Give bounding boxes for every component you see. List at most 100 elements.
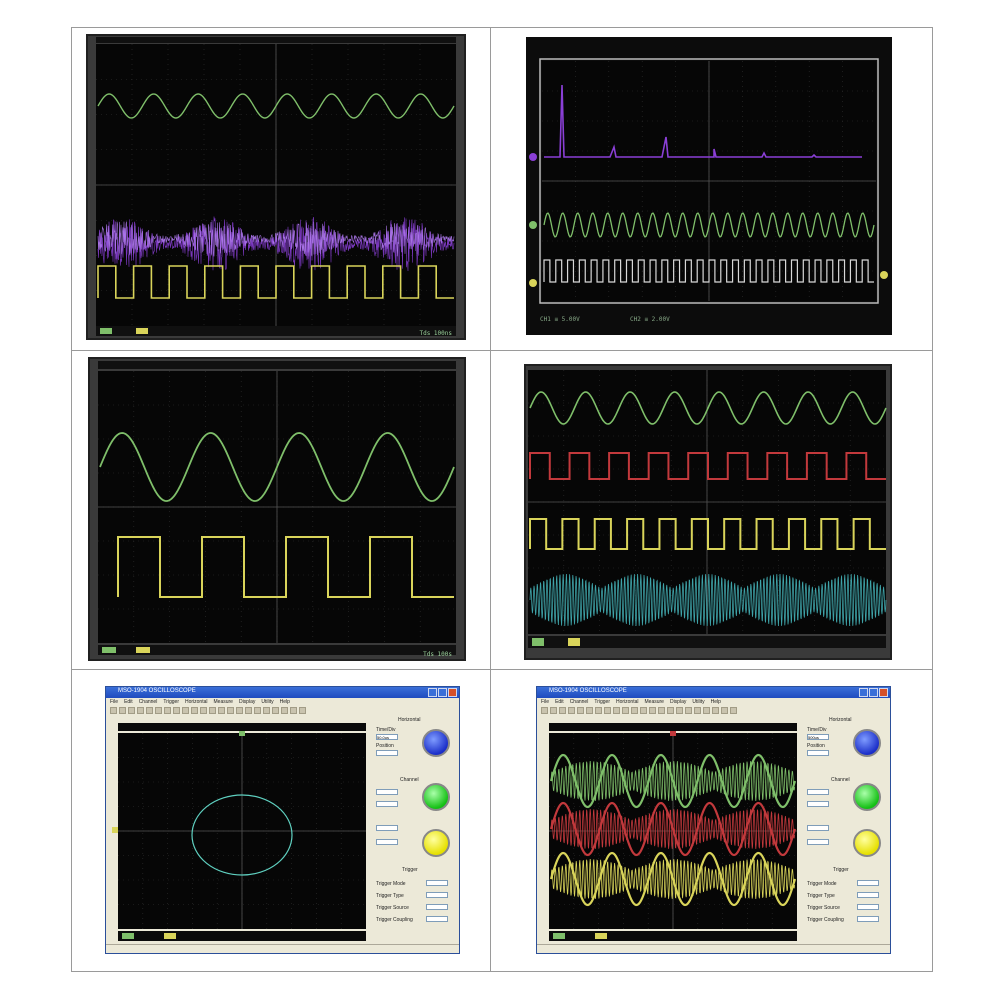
trigger-source-select[interactable] xyxy=(426,904,448,910)
toolbar-button[interactable] xyxy=(281,707,288,714)
ch2-volts-knob[interactable] xyxy=(422,829,450,857)
toolbar-button[interactable] xyxy=(550,707,557,714)
menu-display[interactable]: Display xyxy=(670,698,686,706)
menu-file[interactable]: File xyxy=(110,698,118,706)
menu-help[interactable]: Help xyxy=(711,698,721,706)
toolbar-button[interactable] xyxy=(200,707,207,714)
ch2-volts-select[interactable] xyxy=(376,825,398,831)
position-field[interactable] xyxy=(807,750,829,756)
trigger-mode-select[interactable] xyxy=(426,880,448,886)
ch2-volts-knob[interactable] xyxy=(853,829,881,857)
menu-measure[interactable]: Measure xyxy=(645,698,664,706)
ch1-volts-knob[interactable] xyxy=(422,783,450,811)
toolbar-button[interactable] xyxy=(730,707,737,714)
toolbar-button[interactable] xyxy=(604,707,611,714)
trigger-source-select[interactable] xyxy=(857,904,879,910)
toolbar-button[interactable] xyxy=(658,707,665,714)
toolbar-button[interactable] xyxy=(631,707,638,714)
trigger-mode-select[interactable] xyxy=(857,880,879,886)
toolbar-button[interactable] xyxy=(559,707,566,714)
menu-channel[interactable]: Channel xyxy=(139,698,158,706)
timebase-knob[interactable] xyxy=(422,729,450,757)
menu-trigger[interactable]: Trigger xyxy=(163,698,179,706)
menu-measure[interactable]: Measure xyxy=(214,698,233,706)
toolbar-button[interactable] xyxy=(685,707,692,714)
toolbar-button[interactable] xyxy=(110,707,117,714)
toolbar-button[interactable] xyxy=(290,707,297,714)
menu-trigger[interactable]: Trigger xyxy=(594,698,610,706)
toolbar-button[interactable] xyxy=(649,707,656,714)
menu-help[interactable]: Help xyxy=(280,698,290,706)
ch1-volts-select[interactable] xyxy=(807,789,829,795)
maximize-button[interactable] xyxy=(438,688,447,697)
toolbar-button[interactable] xyxy=(227,707,234,714)
toolbar-button[interactable] xyxy=(640,707,647,714)
toolbar-button[interactable] xyxy=(254,707,261,714)
window-titlebar[interactable]: MSO-1904 OSCILLOSCOPE xyxy=(106,687,459,698)
trigger-mode-label: Trigger Mode xyxy=(807,881,837,887)
toolbar-button[interactable] xyxy=(191,707,198,714)
toolbar-button[interactable] xyxy=(128,707,135,714)
toolbar-button[interactable] xyxy=(272,707,279,714)
ch2-position-field[interactable] xyxy=(807,839,829,845)
toolbar-button[interactable] xyxy=(263,707,270,714)
menu-horizontal[interactable]: Horizontal xyxy=(185,698,208,706)
timebase-knob[interactable] xyxy=(853,729,881,757)
menu-edit[interactable]: Edit xyxy=(124,698,133,706)
trigger-coupling-select[interactable] xyxy=(857,916,879,922)
toolbar-button[interactable] xyxy=(119,707,126,714)
position-field[interactable] xyxy=(376,750,398,756)
menu-display[interactable]: Display xyxy=(239,698,255,706)
toolbar-button[interactable] xyxy=(613,707,620,714)
menu-horizontal[interactable]: Horizontal xyxy=(616,698,639,706)
window-titlebar[interactable]: MSO-1904 OSCILLOSCOPE xyxy=(537,687,890,698)
toolbar-button[interactable] xyxy=(245,707,252,714)
ch1-volts-knob[interactable] xyxy=(853,783,881,811)
toolbar-button[interactable] xyxy=(586,707,593,714)
toolbar-button[interactable] xyxy=(577,707,584,714)
close-button[interactable] xyxy=(879,688,888,697)
toolbar-button[interactable] xyxy=(164,707,171,714)
menu-bar: File Edit Channel Trigger Horizontal Measure D… xyxy=(537,698,890,706)
toolbar-button[interactable] xyxy=(712,707,719,714)
toolbar-button[interactable] xyxy=(218,707,225,714)
timebase-select[interactable]: 50.0us xyxy=(376,734,398,740)
toolbar-button[interactable] xyxy=(155,707,162,714)
toolbar-button[interactable] xyxy=(299,707,306,714)
menu-utility[interactable]: Utility xyxy=(261,698,273,706)
toolbar-button[interactable] xyxy=(622,707,629,714)
menu-channel[interactable]: Channel xyxy=(570,698,589,706)
menu-utility[interactable]: Utility xyxy=(692,698,704,706)
trigger-type-select[interactable] xyxy=(857,892,879,898)
ch1-position-field[interactable] xyxy=(376,801,398,807)
toolbar-button[interactable] xyxy=(676,707,683,714)
toolbar-button[interactable] xyxy=(667,707,674,714)
toolbar-button[interactable] xyxy=(703,707,710,714)
ch2-volts-select[interactable] xyxy=(807,825,829,831)
toolbar-button[interactable] xyxy=(146,707,153,714)
minimize-button[interactable] xyxy=(859,688,868,697)
grid-divider-vertical xyxy=(490,27,491,972)
timebase-select[interactable]: 500us xyxy=(807,734,829,740)
toolbar-button[interactable] xyxy=(694,707,701,714)
toolbar-button[interactable] xyxy=(541,707,548,714)
minimize-button[interactable] xyxy=(428,688,437,697)
toolbar-button[interactable] xyxy=(721,707,728,714)
ch1-volts-select[interactable] xyxy=(376,789,398,795)
ch2-position-field[interactable] xyxy=(376,839,398,845)
toolbar-button[interactable] xyxy=(236,707,243,714)
toolbar-button[interactable] xyxy=(137,707,144,714)
menu-file[interactable]: File xyxy=(541,698,549,706)
toolbar-button[interactable] xyxy=(182,707,189,714)
toolbar-button[interactable] xyxy=(209,707,216,714)
ch1-position-field[interactable] xyxy=(807,801,829,807)
toolbar-button[interactable] xyxy=(595,707,602,714)
maximize-button[interactable] xyxy=(869,688,878,697)
trigger-type-select[interactable] xyxy=(426,892,448,898)
close-button[interactable] xyxy=(448,688,457,697)
menu-edit[interactable]: Edit xyxy=(555,698,564,706)
top-status-bar xyxy=(549,723,797,731)
trigger-coupling-select[interactable] xyxy=(426,916,448,922)
toolbar-button[interactable] xyxy=(568,707,575,714)
toolbar-button[interactable] xyxy=(173,707,180,714)
